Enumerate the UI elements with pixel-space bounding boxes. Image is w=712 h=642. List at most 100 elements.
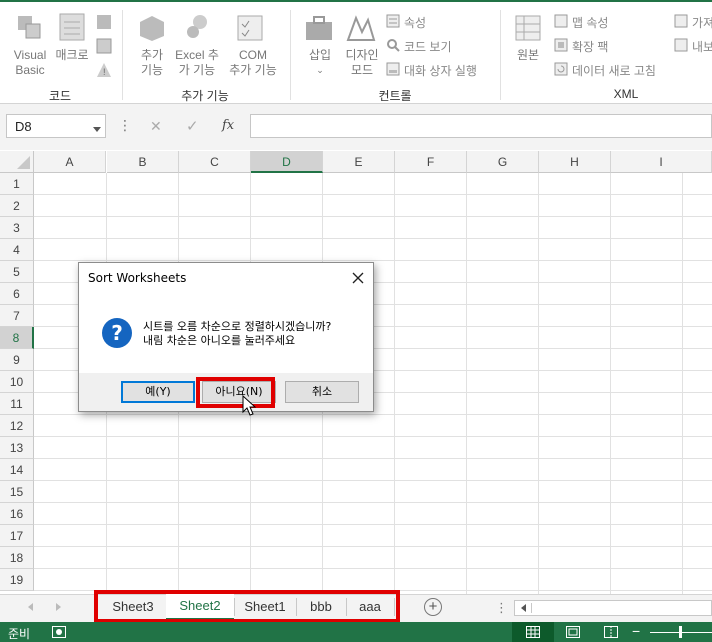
com-addins-label-2: 추가 기능	[229, 63, 277, 77]
xml-source-button[interactable]: 원본	[508, 48, 548, 63]
chevron-down-icon: ⌄	[316, 65, 324, 75]
grid-line	[34, 194, 712, 195]
group-separator	[122, 10, 123, 100]
row-header-8[interactable]: 8	[0, 327, 34, 349]
close-icon[interactable]	[349, 269, 367, 287]
name-box[interactable]: D8	[6, 114, 106, 138]
zoom-out-icon[interactable]: −	[632, 623, 640, 639]
row-header-13[interactable]: 13	[0, 437, 34, 459]
row-header-5[interactable]: 5	[0, 261, 34, 283]
visual-basic-label-2: Basic	[15, 63, 45, 77]
view-code-icon	[386, 38, 400, 55]
com-addins-label-1: COM	[239, 48, 267, 62]
horizontal-scrollbar[interactable]	[514, 600, 712, 616]
map-properties-button[interactable]: 맵 속성	[572, 14, 608, 31]
record-macro-icon[interactable]	[96, 14, 112, 33]
addins-button[interactable]: 추가 기능	[132, 48, 172, 78]
row-header-10[interactable]: 10	[0, 371, 34, 393]
row-header-2[interactable]: 2	[0, 195, 34, 217]
insert-label: 삽입	[308, 48, 332, 62]
run-dialog-button[interactable]: 대화 상자 실행	[404, 62, 477, 79]
tab-options-icon: ⋮	[495, 600, 508, 615]
zoom-slider-thumb[interactable]	[679, 626, 682, 638]
row-header-1[interactable]: 1	[0, 173, 34, 195]
page-layout-icon[interactable]	[566, 626, 580, 641]
scroll-left-icon[interactable]	[26, 601, 34, 615]
macro-security-icon[interactable]: !	[96, 62, 112, 81]
grid-line	[34, 260, 712, 261]
column-header-a[interactable]: A	[34, 151, 106, 173]
column-header-d[interactable]: D	[251, 151, 323, 173]
grid-line	[34, 502, 712, 503]
addins-icon	[138, 14, 166, 45]
visual-basic-label-1: Visual	[13, 48, 47, 62]
row-header-3[interactable]: 3	[0, 217, 34, 239]
design-mode-icon	[346, 14, 376, 45]
expansion-packs-button[interactable]: 확장 팩	[572, 38, 608, 55]
relative-ref-icon[interactable]	[96, 38, 112, 57]
column-header-i[interactable]: I	[611, 151, 712, 173]
row-header-11[interactable]: 11	[0, 393, 34, 415]
group-label-addins: 추가 기능	[181, 89, 229, 103]
select-all-corner[interactable]	[0, 151, 34, 173]
column-header-h[interactable]: H	[539, 151, 611, 173]
plus-icon: +	[428, 598, 438, 615]
insert-control-button[interactable]: 삽입 ⌄	[300, 48, 340, 78]
grid-line	[34, 238, 712, 239]
ribbon: Visual Basic 매크로 ! 코드 추가 기능 Excel 추 가 기능…	[0, 0, 712, 104]
column-header-f[interactable]: F	[395, 151, 467, 173]
row-header-14[interactable]: 14	[0, 459, 34, 481]
grid-line	[34, 414, 712, 415]
yes-button[interactable]: 예(Y)	[121, 381, 195, 403]
row-header-4[interactable]: 4	[0, 239, 34, 261]
addins-label-2: 기능	[140, 63, 164, 77]
row-header-9[interactable]: 9	[0, 349, 34, 371]
xml-source-icon	[514, 14, 542, 45]
row-header-12[interactable]: 12	[0, 415, 34, 437]
normal-view-icon[interactable]	[512, 622, 554, 642]
row-header-17[interactable]: 17	[0, 525, 34, 547]
insert-function-icon[interactable]: fx	[222, 118, 234, 133]
design-mode-button[interactable]: 디자인 모드	[340, 48, 384, 78]
dialog-title: Sort Worksheets	[88, 271, 187, 285]
com-addins-button[interactable]: COM 추가 기능	[224, 48, 282, 78]
visual-basic-icon	[14, 12, 44, 45]
excel-addins-button[interactable]: Excel 추 가 기능	[172, 48, 222, 78]
column-header-e[interactable]: E	[323, 151, 395, 173]
scrollbar-thumb[interactable]	[531, 603, 702, 613]
grid-line	[394, 173, 395, 594]
scroll-right-icon[interactable]	[55, 601, 63, 615]
enter-icon[interactable]: ✓	[186, 117, 199, 135]
more-options-icon: ⋮	[118, 117, 132, 133]
column-header-c[interactable]: C	[179, 151, 251, 173]
group-label-controls: 컨트롤	[378, 89, 412, 103]
import-button[interactable]: 가져	[692, 14, 712, 31]
row-header-7[interactable]: 7	[0, 305, 34, 327]
row-header-6[interactable]: 6	[0, 283, 34, 305]
grid-line	[466, 173, 467, 594]
grid-line	[610, 173, 611, 594]
row-header-19[interactable]: 19	[0, 569, 34, 591]
formula-input[interactable]	[250, 114, 712, 138]
column-header-b[interactable]: B	[107, 151, 179, 173]
design-mode-label-2: 모드	[350, 63, 374, 77]
page-break-preview-icon[interactable]	[604, 626, 618, 641]
row-header-16[interactable]: 16	[0, 503, 34, 525]
import-icon	[674, 14, 688, 31]
macro-button[interactable]: 매크로	[52, 48, 92, 63]
macro-record-icon[interactable]	[52, 626, 66, 641]
row-header-18[interactable]: 18	[0, 547, 34, 569]
export-button[interactable]: 내보	[692, 38, 712, 55]
column-header-g[interactable]: G	[467, 151, 539, 173]
cancel-button[interactable]: 취소	[285, 381, 359, 403]
grid-line	[34, 216, 712, 217]
visual-basic-button[interactable]: Visual Basic	[8, 48, 52, 78]
cancel-icon[interactable]: ✕	[150, 118, 162, 135]
row-header-15[interactable]: 15	[0, 481, 34, 503]
refresh-data-button[interactable]: 데이터 새로 고침	[572, 62, 656, 79]
add-sheet-button[interactable]: +	[424, 598, 442, 616]
view-code-button[interactable]: 코드 보기	[404, 38, 452, 55]
chevron-down-icon[interactable]	[93, 122, 101, 136]
map-properties-icon	[554, 14, 568, 31]
properties-button[interactable]: 속성	[404, 14, 426, 31]
